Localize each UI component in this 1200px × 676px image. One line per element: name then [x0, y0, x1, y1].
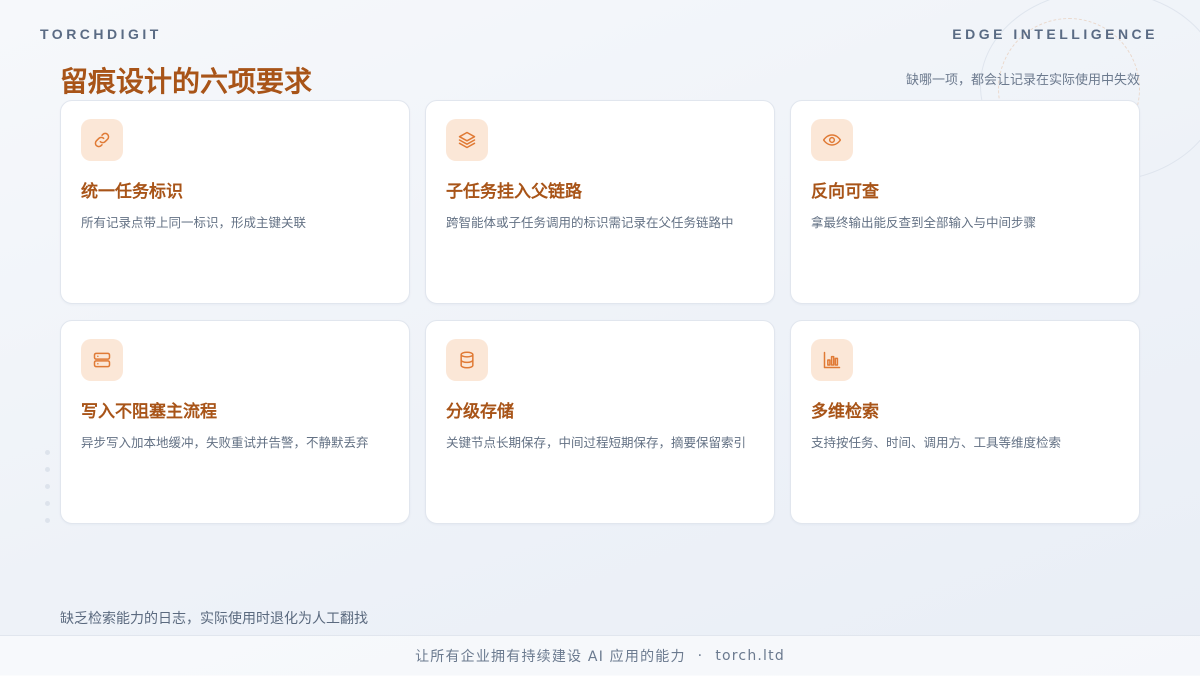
card-description: 关键节点长期保存，中间过程短期保存，摘要保留索引	[446, 435, 747, 450]
footer-slogan: 让所有企业拥有持续建设 AI 应用的能力	[415, 649, 686, 665]
footer-separator: ·	[697, 648, 704, 664]
page-subtitle: 缺哪一项，都会让记录在实际使用中失效	[905, 73, 1140, 88]
decorative-dots	[45, 450, 51, 535]
requirement-card: 反向可查 拿最终输出能反查到全部输入与中间步骤	[790, 100, 1140, 304]
card-title: 反向可查	[811, 182, 879, 202]
page-title: 留痕设计的六项要求	[60, 65, 313, 98]
brand-logo-text: TORCHDIGIT	[40, 26, 162, 42]
link-icon	[81, 119, 123, 161]
footer: 让所有企业拥有持续建设 AI 应用的能力 · torch.ltd	[0, 635, 1200, 676]
card-title: 多维检索	[811, 402, 879, 422]
card-description: 所有记录点带上同一标识，形成主键关联	[81, 215, 307, 230]
bar-chart-icon	[811, 339, 853, 381]
card-title: 子任务挂入父链路	[446, 182, 582, 202]
layers-icon	[446, 119, 488, 161]
eye-icon	[811, 119, 853, 161]
requirements-grid: 统一任务标识 所有记录点带上同一标识，形成主键关联 子任务挂入父链路 跨智能体或…	[60, 100, 1140, 524]
requirement-card: 多维检索 支持按任务、时间、调用方、工具等维度检索	[790, 320, 1140, 524]
card-description: 跨智能体或子任务调用的标识需记录在父任务链路中	[446, 215, 734, 230]
card-description: 异步写入加本地缓冲，失败重试并告警，不静默丢弃	[81, 435, 369, 450]
card-description: 支持按任务、时间、调用方、工具等维度检索	[811, 435, 1062, 450]
footer-site-link[interactable]: torch.ltd	[715, 648, 785, 664]
database-icon	[446, 339, 488, 381]
card-title: 分级存储	[446, 402, 514, 422]
card-title: 统一任务标识	[81, 182, 183, 202]
requirement-card: 统一任务标识 所有记录点带上同一标识，形成主键关联	[60, 100, 410, 304]
card-title: 写入不阻塞主流程	[81, 402, 217, 422]
requirement-card: 子任务挂入父链路 跨智能体或子任务调用的标识需记录在父任务链路中	[425, 100, 775, 304]
brand-tagline: EDGE INTELLIGENCE	[952, 26, 1158, 42]
requirement-card: 分级存储 关键节点长期保存，中间过程短期保存，摘要保留索引	[425, 320, 775, 524]
server-icon	[81, 339, 123, 381]
bottom-note: 缺乏检索能力的日志，实际使用时退化为人工翻找	[60, 611, 368, 627]
requirement-card: 写入不阻塞主流程 异步写入加本地缓冲，失败重试并告警，不静默丢弃	[60, 320, 410, 524]
card-description: 拿最终输出能反查到全部输入与中间步骤	[811, 215, 1037, 230]
